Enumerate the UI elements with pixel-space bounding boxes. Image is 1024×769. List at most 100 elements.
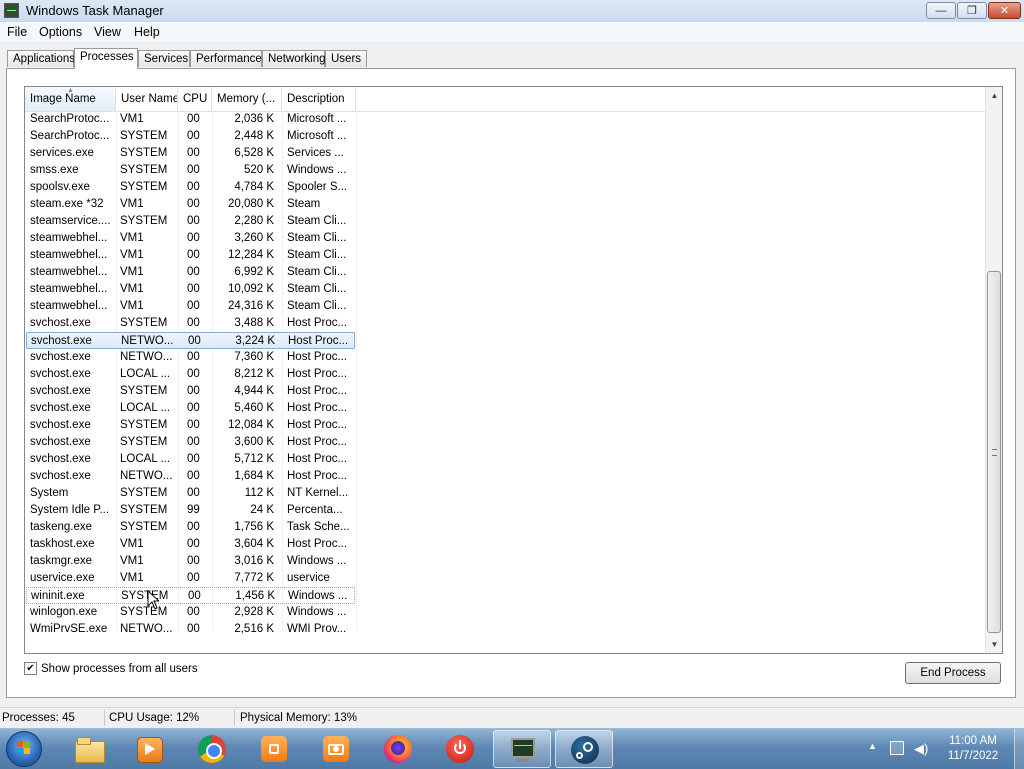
process-list[interactable]: ▲ Image Name User Name CPU Memory (... D… [24,86,1003,654]
taskbar-steam[interactable] [555,730,613,768]
taskbar-clock[interactable]: 11:00 AM 11/7/2022 [938,734,1008,764]
process-row[interactable]: uservice.exe VM1 00 7,772 K uservice [26,570,355,587]
process-image-name: WmiPrvSE.exe [30,623,108,635]
maximize-button[interactable]: ❐ [957,2,987,19]
process-image-name: steamwebhel... [30,249,108,261]
taskbar-chrome[interactable] [183,730,241,768]
close-button[interactable]: ✕ [988,2,1021,19]
minimize-button[interactable]: — [926,2,956,19]
taskbar-task-manager[interactable] [493,730,551,768]
scroll-down-arrow-icon[interactable]: ▼ [986,636,1002,653]
process-row[interactable]: steamwebhel... VM1 00 24,316 K Steam Cli... [26,298,355,315]
process-row[interactable]: smss.exe SYSTEM 00 520 K Windows ... [26,162,355,179]
column-memory[interactable]: Memory (... [212,87,282,111]
process-row[interactable]: SearchProtoc... SYSTEM 00 2,448 K Microsoft … [26,128,355,145]
process-description: Host Proc... [287,317,348,329]
process-row[interactable]: svchost.exe SYSTEM 00 12,084 K Host Proc... [26,417,355,434]
process-memory: 24 K [250,504,274,516]
process-row[interactable]: System Idle P... SYSTEM 99 24 K Percenta... [26,502,355,519]
tab-performance[interactable]: Performance [190,50,262,67]
process-row[interactable]: steamservice.... SYSTEM 00 2,280 K Steam Cli… [26,213,355,230]
volume-icon[interactable]: ◀) [914,741,928,757]
process-memory: 6,992 K [234,266,274,278]
process-row[interactable]: System SYSTEM 00 112 K NT Kernel... [26,485,355,502]
menu-view[interactable]: View [94,25,121,39]
process-row[interactable]: svchost.exe NETWO... 00 1,684 K Host Proc... [26,468,355,485]
process-memory: 1,684 K [234,470,274,482]
process-row[interactable]: SearchProtoc... VM1 00 2,036 K Microsoft ... [26,111,355,128]
process-row[interactable]: steam.exe *32 VM1 00 20,080 K Steam [26,196,355,213]
tab-applications[interactable]: Applications [7,50,75,67]
tab-services[interactable]: Services [138,50,190,67]
process-memory: 7,360 K [234,351,274,363]
process-user-name: LOCAL ... [120,368,171,380]
taskbar-firefox[interactable] [369,730,427,768]
process-user-name: SYSTEM [120,215,168,227]
show-all-users-checkbox[interactable]: ✔ Show processes from all users [24,662,198,675]
process-user-name: VM1 [120,555,144,567]
process-description: Host Proc... [287,368,348,380]
process-row[interactable]: svchost.exe NETWO... 00 3,224 K Host Proc... [26,332,355,349]
process-cpu: 00 [187,436,200,448]
column-image-name[interactable]: ▲ Image Name [25,87,116,111]
process-row[interactable]: svchost.exe LOCAL ... 00 5,712 K Host Proc..… [26,451,355,468]
process-row[interactable]: svchost.exe NETWO... 00 7,360 K Host Proc... [26,349,355,366]
process-row[interactable]: taskhost.exe VM1 00 3,604 K Host Proc... [26,536,355,553]
taskbar-app-orange[interactable] [245,730,303,768]
process-memory: 2,036 K [234,113,274,125]
taskbar-camera[interactable] [307,730,365,768]
process-memory: 520 K [243,164,274,176]
process-cpu: 00 [187,164,200,176]
scrollbar-thumb[interactable] [987,271,1001,633]
tab-users[interactable]: Users [325,50,367,67]
column-cpu[interactable]: CPU [178,87,212,111]
process-cpu: 99 [187,504,200,516]
status-physical-memory: Physical Memory: 13% [240,712,357,724]
tab-processes[interactable]: Processes [74,48,138,69]
menu-file[interactable]: File [7,25,27,39]
checkbox-checked-icon[interactable]: ✔ [24,662,37,675]
process-user-name: VM1 [120,198,144,210]
process-description: Steam Cli... [287,232,347,244]
end-process-button[interactable]: End Process [905,662,1001,684]
menu-help[interactable]: Help [134,25,160,39]
process-row[interactable]: steamwebhel... VM1 00 10,092 K Steam Cli... [26,281,355,298]
process-row[interactable]: steamwebhel... VM1 00 3,260 K Steam Cli... [26,230,355,247]
tab-networking[interactable]: Networking [262,50,326,67]
taskbar-media-player[interactable] [120,730,178,768]
column-image-name-label: Image Name [30,93,96,105]
process-row[interactable]: wininit.exe SYSTEM 00 1,456 K Windows ... [26,587,355,604]
process-row[interactable]: taskmgr.exe VM1 00 3,016 K Windows ... [26,553,355,570]
process-row[interactable]: svchost.exe SYSTEM 00 3,488 K Host Proc... [26,315,355,332]
process-memory: 3,600 K [234,436,274,448]
process-row[interactable]: spoolsv.exe SYSTEM 00 4,784 K Spooler S... [26,179,355,196]
process-cpu: 00 [187,385,200,397]
process-row[interactable]: WmiPrvSE.exe NETWO... 00 2,516 K WMI Prov... [26,621,355,638]
process-memory: 5,460 K [234,402,274,414]
network-icon[interactable] [890,741,904,755]
taskbar-file-explorer[interactable] [60,730,118,768]
process-memory: 20,080 K [227,198,274,210]
process-memory: 8,212 K [234,368,274,380]
column-description[interactable]: Description [282,87,356,111]
column-user-name[interactable]: User Name [116,87,178,111]
process-description: Host Proc... [287,351,348,363]
firefox-icon [383,735,413,763]
process-row[interactable]: svchost.exe LOCAL ... 00 5,460 K Host Proc..… [26,400,355,417]
process-row[interactable]: services.exe SYSTEM 00 6,528 K Services ... [26,145,355,162]
show-desktop-button[interactable] [1014,729,1024,769]
vertical-scrollbar[interactable]: ▲ ▼ [985,87,1002,653]
process-row[interactable]: taskeng.exe SYSTEM 00 1,756 K Task Sche... [26,519,355,536]
process-row[interactable]: steamwebhel... VM1 00 6,992 K Steam Cli... [26,264,355,281]
process-row[interactable]: steamwebhel... VM1 00 12,284 K Steam Cli... [26,247,355,264]
start-button[interactable] [6,731,42,767]
process-image-name: services.exe [30,147,94,159]
scroll-up-arrow-icon[interactable]: ▲ [986,87,1002,104]
process-row[interactable]: svchost.exe SYSTEM 00 3,600 K Host Proc... [26,434,355,451]
show-hidden-icons-button[interactable]: ▲ [868,741,877,751]
taskbar-power-app[interactable] [431,730,489,768]
process-row[interactable]: winlogon.exe SYSTEM 00 2,928 K Windows ... [26,604,355,621]
process-row[interactable]: svchost.exe SYSTEM 00 4,944 K Host Proc... [26,383,355,400]
process-row[interactable]: svchost.exe LOCAL ... 00 8,212 K Host Proc..… [26,366,355,383]
menu-options[interactable]: Options [39,25,82,39]
